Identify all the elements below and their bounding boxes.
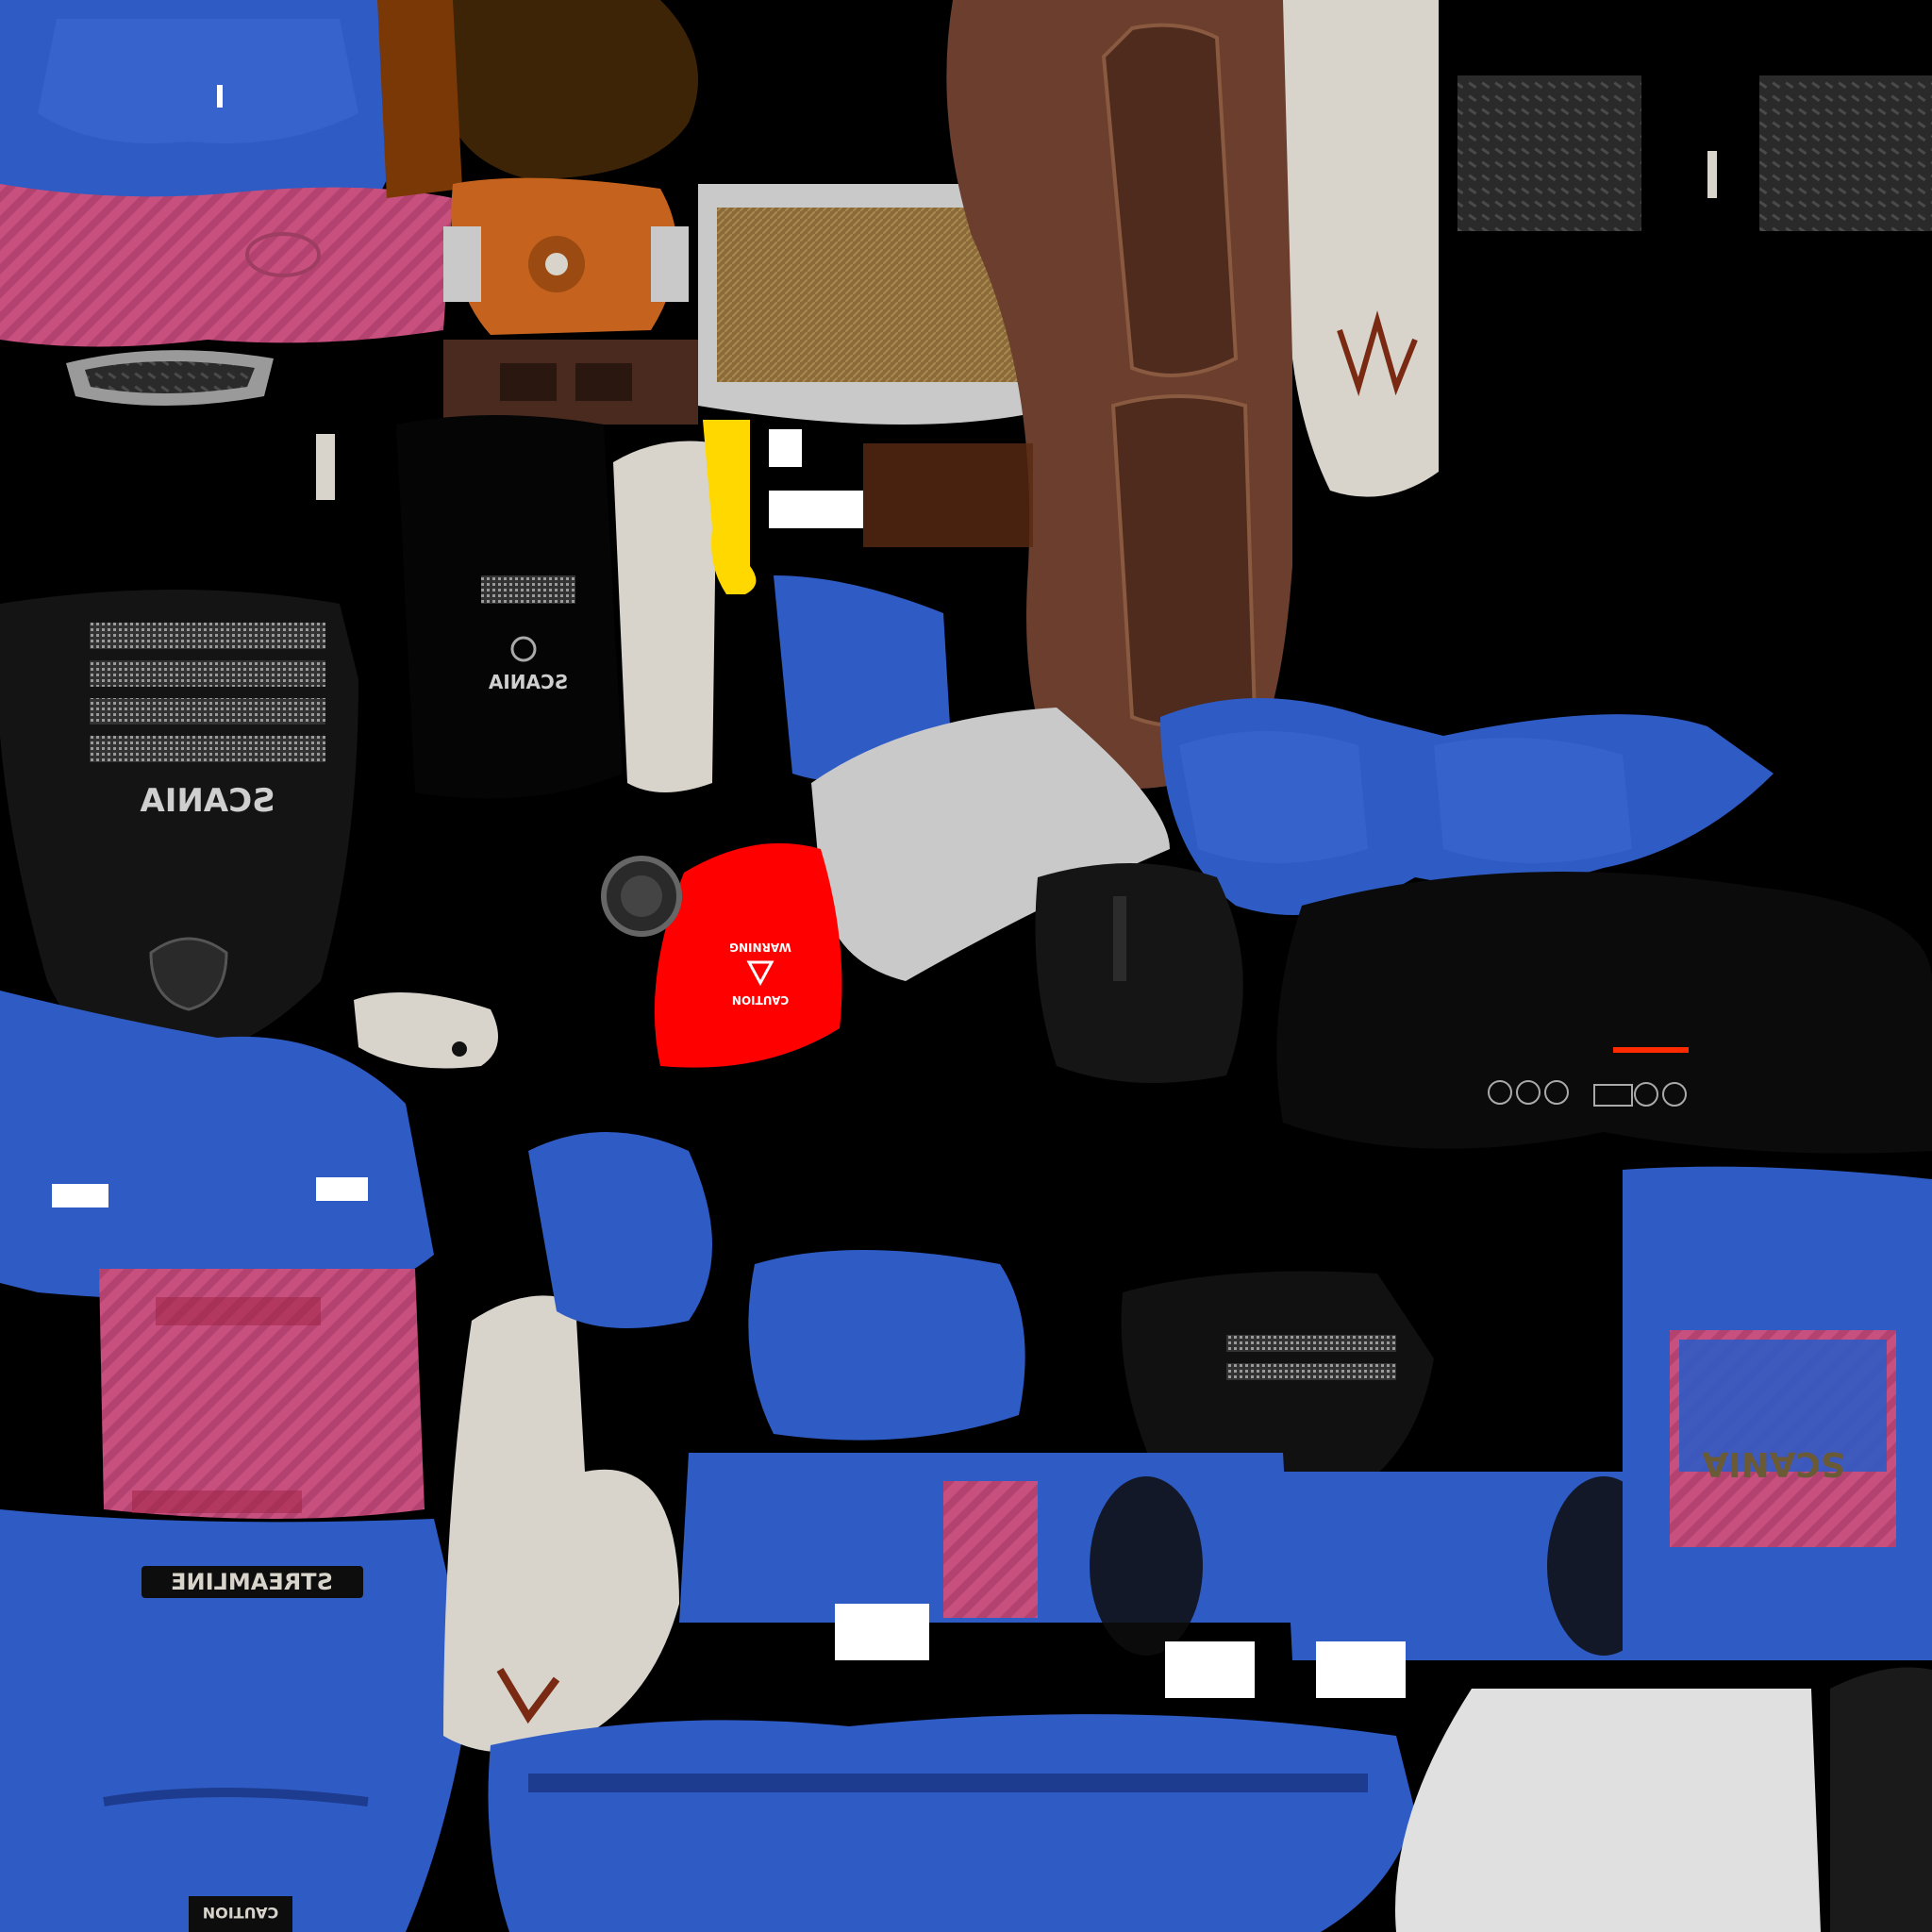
blue-rear-right (1623, 1166, 1932, 1660)
tread-arc-top (66, 350, 274, 406)
cream-patch-small (354, 992, 498, 1069)
side-brand-text: SCANIA (1702, 1444, 1845, 1483)
cream-block-mid (613, 441, 717, 792)
texture-atlas: SCANIA SCANIA WARNING CAUTION STREAMLINE… (0, 0, 1932, 1932)
speaker-disc (601, 856, 682, 937)
panel-brand-text: SCANIA (488, 671, 568, 693)
blue-door-panels-lower (679, 1453, 1670, 1698)
grey-panel-bottom-right (1395, 1667, 1932, 1932)
dashboard-panel (1276, 872, 1932, 1154)
blue-panel-center-upper (528, 1132, 1025, 1441)
cream-strip-top-right (1283, 0, 1439, 497)
cream-strip-lower (443, 1295, 679, 1753)
brown-leather-strip (443, 340, 698, 425)
brown-panel-top (443, 0, 698, 179)
grille-brand-text: SCANIA (140, 782, 275, 820)
blue-side-skirt (488, 1714, 1415, 1932)
caution-plate-text: CAUTION (203, 1904, 278, 1922)
tread-plate-right (1457, 75, 1932, 231)
black-door-panel (316, 415, 623, 799)
pink-stripe-band-top (0, 184, 453, 347)
streamline-text: STREAMLINE (171, 1569, 333, 1595)
pink-rear-panel (99, 1269, 425, 1519)
black-grille-panel (0, 590, 358, 1058)
warning-text: WARNING (729, 941, 791, 954)
black-seat-back (1035, 863, 1243, 1083)
caution-text: CAUTION (732, 993, 789, 1007)
blue-panel-top-left (0, 0, 403, 198)
white-tags (769, 429, 1033, 547)
warning-label-panel (654, 842, 842, 1068)
